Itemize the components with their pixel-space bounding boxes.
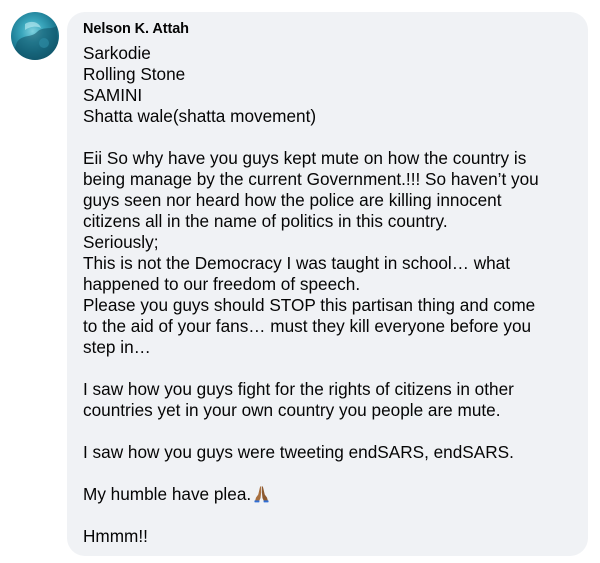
comment-line: Hmmm!!: [83, 526, 148, 546]
comment-line: Shatta wale(shatta movement): [83, 106, 317, 126]
comment-line: to the aid of your fans… must they kill …: [83, 316, 532, 336]
comment-line: Seriously;: [83, 232, 159, 252]
comment-line: I saw how you guys fight for the rights …: [83, 379, 514, 399]
comment-line: Eii So why have you guys kept mute on ho…: [83, 148, 527, 168]
paragraph-break: [83, 358, 578, 379]
comment-line: Rolling Stone: [83, 64, 186, 84]
avatar-image: [11, 21, 59, 60]
comment: Nelson K. Attah Sarkodie Rolling Stone S…: [0, 0, 600, 563]
comment-line: My humble have plea.: [83, 484, 252, 504]
comment-author[interactable]: Nelson K. Attah: [83, 20, 189, 38]
paragraph-break: [83, 505, 578, 526]
comment-line: Sarkodie: [83, 43, 151, 63]
comment-line: happened to our freedom of speech.: [83, 274, 361, 294]
comment-line: citizens all in the name of politics in …: [83, 211, 448, 231]
comment-text: Sarkodie Rolling Stone SAMINI Shatta wal…: [83, 43, 578, 547]
comment-line: being manage by the current Government.!…: [83, 169, 539, 189]
comment-line: Please you guys should STOP this partisa…: [83, 295, 536, 315]
comment-line: step in…: [83, 337, 151, 357]
avatar[interactable]: [11, 12, 59, 60]
paragraph-break: [83, 463, 578, 484]
comment-line: This is not the Democracy I was taught i…: [83, 253, 511, 273]
paragraph-break: [83, 127, 578, 148]
comment-line-with-emoji: My humble have plea.: [83, 484, 578, 505]
comment-line: guys seen nor heard how the police are k…: [83, 190, 502, 210]
paragraph-break: [83, 421, 578, 442]
comment-line: SAMINI: [83, 85, 143, 105]
comment-line: countries yet in your own country you pe…: [83, 400, 501, 420]
comment-bubble: Nelson K. Attah Sarkodie Rolling Stone S…: [67, 12, 588, 556]
comment-line: I saw how you guys were tweeting endSARS…: [83, 442, 514, 462]
folded-hands-emoji: [254, 486, 269, 503]
